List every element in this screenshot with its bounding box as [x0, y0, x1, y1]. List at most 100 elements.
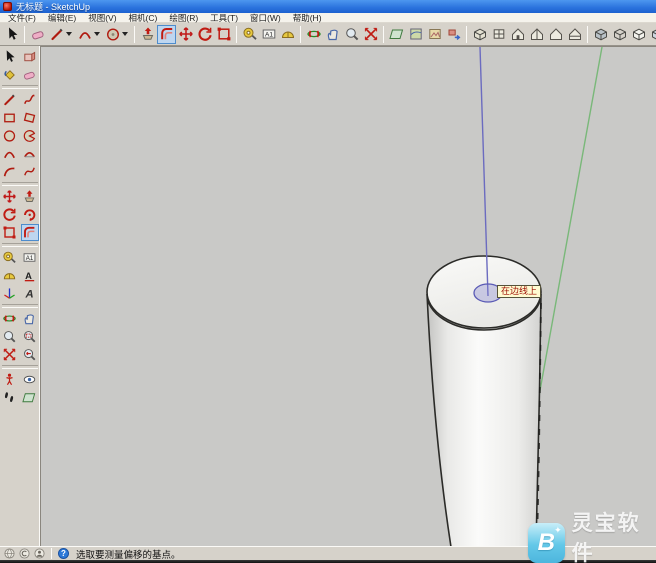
zoom-extents-tool-button[interactable] [1, 346, 19, 363]
orbit-button[interactable] [304, 25, 323, 44]
zoom-extents-icon [2, 347, 17, 362]
zoom-extents-button[interactable] [361, 25, 380, 44]
3-point-arc-tool-button[interactable] [1, 163, 19, 180]
rectangle-tool-button[interactable] [1, 109, 19, 126]
freehand-tool-button[interactable] [21, 91, 39, 108]
menu-item-编辑[interactable]: 编辑(E) [42, 12, 82, 24]
section-plane-icon [389, 26, 405, 42]
arc-button[interactable] [75, 25, 94, 44]
right-view-button[interactable] [527, 25, 546, 44]
dropdown-arrow-icon[interactable] [66, 32, 72, 36]
back-view-button[interactable] [565, 25, 584, 44]
credits-icon[interactable] [19, 548, 30, 559]
zoom-button[interactable] [342, 25, 361, 44]
position-camera-tool-button[interactable] [1, 371, 19, 388]
cylinder-body [427, 294, 541, 546]
section-plane-button[interactable] [387, 25, 406, 44]
pie-tool-button[interactable] [21, 127, 39, 144]
circle-tool-button[interactable] [1, 127, 19, 144]
rotate-button[interactable] [195, 25, 214, 44]
left-view-icon [548, 26, 564, 42]
protractor-button[interactable] [278, 25, 297, 44]
wireframe-button[interactable] [610, 25, 629, 44]
scale-tool-button[interactable] [1, 224, 19, 241]
move-tool-button[interactable] [1, 188, 19, 205]
menu-item-绘图[interactable]: 绘图(R) [163, 12, 204, 24]
make-component-tool-button[interactable] [21, 48, 39, 65]
zoom-window-icon [22, 329, 37, 344]
protractor-tool-button[interactable] [1, 267, 19, 284]
line-button[interactable] [47, 25, 66, 44]
text-tool-button[interactable]: A [21, 267, 39, 284]
3d-text-icon: A [22, 286, 37, 301]
shapes-button[interactable] [103, 25, 122, 44]
dimension-tool-button[interactable]: A1 [21, 249, 39, 266]
walk-tool-button[interactable] [1, 389, 19, 406]
select-icon [4, 26, 20, 42]
menu-item-帮助[interactable]: 帮助(H) [287, 12, 328, 24]
zoom-window-tool-button[interactable] [21, 328, 39, 345]
offset-button[interactable] [157, 25, 176, 44]
shapes-icon [105, 26, 121, 42]
top-view-button[interactable] [489, 25, 508, 44]
import-model-button[interactable] [444, 25, 463, 44]
x-ray-button[interactable] [591, 25, 610, 44]
menu-item-相机[interactable]: 相机(C) [123, 12, 164, 24]
left-view-button[interactable] [546, 25, 565, 44]
rotate-tool-button[interactable] [1, 206, 19, 223]
orbit-tool-button[interactable] [1, 310, 19, 327]
rotated-rectangle-tool-button[interactable] [21, 109, 39, 126]
dimension-button[interactable]: A1 [259, 25, 278, 44]
menu-item-文件[interactable]: 文件(F) [2, 12, 42, 24]
menu-item-工具[interactable]: 工具(T) [204, 12, 244, 24]
eraser-tool-button[interactable] [21, 66, 39, 83]
help-icon[interactable]: ? [58, 548, 69, 559]
2-point-arc-tool-button[interactable] [21, 145, 39, 162]
tape-measure-icon [2, 250, 17, 265]
offset-icon [159, 26, 175, 42]
sketchup-app-icon [3, 2, 12, 11]
eraser-icon [22, 67, 37, 82]
offset-tool-button[interactable] [21, 224, 39, 241]
add-location-button[interactable] [406, 25, 425, 44]
geolocation-icon[interactable] [4, 548, 15, 559]
bezier-tool-button[interactable] [21, 163, 39, 180]
iso-view-button[interactable] [470, 25, 489, 44]
zoom-icon [2, 329, 17, 344]
dropdown-arrow-icon[interactable] [122, 32, 128, 36]
menu-item-视图[interactable]: 视图(V) [82, 12, 122, 24]
pan-button[interactable] [323, 25, 342, 44]
select-tool-button[interactable] [1, 48, 19, 65]
push-pull-tool-button[interactable] [21, 188, 39, 205]
eraser-button[interactable] [28, 25, 47, 44]
scale-button[interactable] [214, 25, 233, 44]
front-view-button[interactable] [508, 25, 527, 44]
zoom-tool-button[interactable] [1, 328, 19, 345]
walk-icon [2, 390, 17, 405]
pan-tool-button[interactable] [21, 310, 39, 327]
hidden-line-button[interactable] [629, 25, 648, 44]
dropdown-arrow-icon[interactable] [94, 32, 100, 36]
select-button[interactable] [2, 25, 21, 44]
previous-view-tool-button[interactable] [21, 346, 39, 363]
offset-icon [22, 225, 37, 240]
tape-measure-button[interactable] [240, 25, 259, 44]
sign-in-icon[interactable] [34, 548, 45, 559]
arc-tool-button[interactable] [1, 145, 19, 162]
follow-me-tool-button[interactable] [21, 206, 39, 223]
line-tool-button[interactable] [1, 91, 19, 108]
look-around-tool-button[interactable] [21, 371, 39, 388]
photo-match-button[interactable] [425, 25, 444, 44]
tape-measure-tool-button[interactable] [1, 249, 19, 266]
menu-item-窗口[interactable]: 窗口(W) [244, 12, 287, 24]
drawing-canvas[interactable]: 在边线上 [40, 46, 656, 546]
3d-text-tool-button[interactable]: A [21, 285, 39, 302]
paint-bucket-tool-button[interactable] [1, 66, 19, 83]
bezier-icon [22, 164, 37, 179]
push-pull-button[interactable] [138, 25, 157, 44]
move-button[interactable] [176, 25, 195, 44]
import-model-icon [446, 26, 462, 42]
section-plane-tool-button[interactable] [21, 389, 39, 406]
shaded-button[interactable] [648, 25, 656, 44]
axes-tool-button[interactable] [1, 285, 19, 302]
